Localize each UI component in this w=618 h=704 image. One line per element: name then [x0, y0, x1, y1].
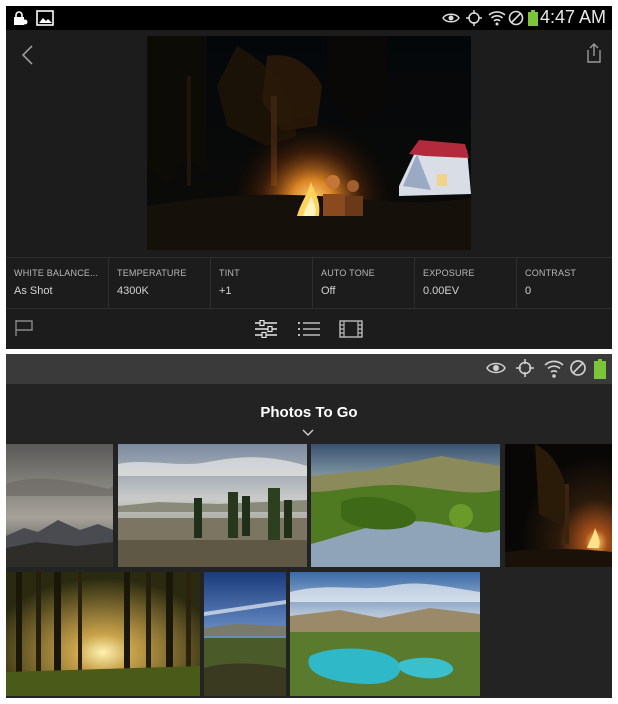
adjust-tint[interactable]: TINT +1: [211, 258, 313, 308]
sliders-icon: [255, 319, 277, 339]
photo-thumbnail: [6, 444, 113, 567]
blocked-icon: [508, 10, 524, 31]
editor-toolbar: [6, 308, 612, 349]
album-title[interactable]: Photos To Go: [6, 404, 612, 421]
thumbnail-green-field-trees[interactable]: [118, 444, 307, 567]
sliders-button[interactable]: [254, 319, 278, 343]
status-bar: 4:47 AM: [6, 6, 612, 30]
back-button[interactable]: [18, 44, 38, 66]
adjust-value: 0.00EV: [423, 285, 460, 297]
photo-thumbnail: [118, 444, 307, 567]
status-bar: [6, 354, 612, 384]
lock-icon: [12, 10, 28, 31]
share-button[interactable]: [584, 42, 604, 64]
adjust-exposure[interactable]: EXPOSURE 0.00EV: [415, 258, 517, 308]
battery-icon: [594, 359, 606, 384]
campfire-photo: [147, 36, 471, 250]
gps-icon: [466, 10, 482, 31]
photo-thumbnail: [6, 572, 200, 696]
chevron-left-icon: [21, 45, 33, 65]
photo-thumbnail: [311, 444, 500, 567]
wifi-icon: [488, 10, 506, 31]
adjust-label: AUTO TONE: [321, 268, 375, 278]
adjust-value: Off: [321, 285, 336, 297]
adjust-label: WHITE BALANCE...: [14, 268, 99, 278]
thumbnail-campfire-night[interactable]: [505, 444, 612, 567]
main-photo[interactable]: [147, 36, 471, 250]
adjust-auto-tone[interactable]: AUTO TONE Off: [313, 258, 415, 308]
gallery-icon: [36, 10, 54, 31]
filmstrip-button[interactable]: [339, 319, 363, 344]
filmstrip-icon: [339, 320, 363, 338]
battery-icon: [528, 10, 538, 31]
photo-thumbnail: [204, 572, 286, 696]
status-time: 4:47 AM: [539, 7, 606, 27]
adjust-label: CONTRAST: [525, 268, 577, 278]
adjust-label: EXPOSURE: [423, 268, 475, 278]
flag-button[interactable]: [14, 319, 34, 342]
album-dropdown-button[interactable]: [302, 424, 314, 442]
adjust-value: 0: [525, 285, 532, 297]
eye-icon: [442, 10, 460, 31]
eye-icon: [486, 359, 506, 382]
share-icon: [587, 43, 601, 63]
thumbnail-river-valley[interactable]: [311, 444, 500, 567]
gps-icon: [516, 359, 534, 382]
adjust-temperature[interactable]: TEMPERATURE 4300K: [109, 258, 211, 308]
chevron-down-icon: [302, 429, 314, 436]
photo-thumbnail: [290, 572, 480, 696]
adjust-value: +1: [219, 285, 232, 297]
flag-icon: [15, 320, 33, 336]
list-icon: [298, 322, 320, 336]
adjust-value: As Shot: [14, 285, 53, 297]
photo-thumbnail: [505, 444, 612, 567]
adjust-label: TEMPERATURE: [117, 268, 187, 278]
album-header: Photos To Go: [6, 384, 612, 444]
thumbnail-turquoise-lagoon[interactable]: [290, 572, 480, 696]
adjust-label: TINT: [219, 268, 240, 278]
adjustment-bar: WHITE BALANCE... As Shot TEMPERATURE 430…: [6, 257, 612, 309]
thumbnail-forest-sunset[interactable]: [6, 572, 200, 696]
thumbnail-blue-sky-plain[interactable]: [204, 572, 286, 696]
adjust-value: 4300K: [117, 285, 149, 297]
thumbnail-mountain-dusk[interactable]: [6, 444, 113, 567]
list-button[interactable]: [297, 320, 321, 343]
wifi-icon: [544, 359, 564, 384]
album-grid-screen: Photos To Go: [6, 354, 612, 698]
photo-editor-screen: 4:47 AM WHITE BALANCE... As Shot TEMPERA…: [6, 6, 612, 349]
adjust-white-balance[interactable]: WHITE BALANCE... As Shot: [6, 258, 109, 308]
adjust-contrast[interactable]: CONTRAST 0: [517, 258, 612, 308]
blocked-icon: [569, 359, 587, 382]
